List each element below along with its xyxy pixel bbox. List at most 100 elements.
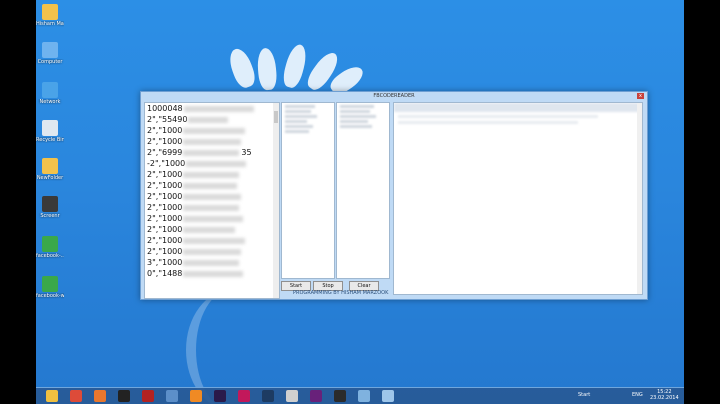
after-effects-icon[interactable] [214,390,226,402]
clock[interactable]: 15:22 23.02.2014 [650,389,679,401]
list-item[interactable]: 2","1000 [145,191,279,202]
list-item-prefix: 2","1000 [147,247,183,256]
redacted-text [183,237,246,244]
list-item-prefix: 2","1000 [147,203,183,212]
feather-icon[interactable] [286,390,298,402]
output-panel[interactable] [393,102,643,295]
list-item-prefix: 2","1000 [147,214,183,223]
list-panel-3[interactable] [336,102,390,279]
wallpaper-petal [256,47,278,91]
clock-date: 23.02.2014 [650,395,679,401]
redacted-text [183,138,242,145]
list-item[interactable]: 3","1000 [145,257,279,268]
list-item[interactable]: 2","1000 [145,224,279,235]
window-title: FBCODEREADER [373,93,415,99]
scrollbar[interactable] [637,103,642,294]
list-item-prefix: 2","1000 [147,126,183,135]
credit-text: PROGRAMMING BY HISHAM MARZOOK [293,290,389,296]
desktop-icon[interactable]: facebook-whatsapp [36,276,64,299]
filezilla-icon[interactable] [142,390,154,402]
desktop-icon-label: Computer [37,59,63,65]
scrollbar-thumb[interactable] [274,111,278,123]
list-item[interactable]: 2","55490 [145,114,279,125]
list-item-prefix: 3","1000 [147,258,183,267]
list-item[interactable]: -2","1000 [145,158,279,169]
fbcodereader-icon[interactable] [382,390,394,402]
list-panel-2[interactable] [281,102,335,279]
app-icon[interactable] [358,390,370,402]
list-item[interactable]: 2","1000 [145,125,279,136]
computer-icon [42,42,58,58]
taskbar: Start ENG 15:22 23.02.2014 [36,387,684,404]
desktop: Hisham Marzook Computer Network Recycle Bin… [36,0,684,404]
list-item[interactable]: 2","1000 [145,246,279,257]
list-item[interactable]: 2","1000 [145,235,279,246]
redacted-text [183,215,244,222]
list-item-prefix: 2","1000 [147,137,183,146]
desktop-icon[interactable]: Screenr [36,196,64,219]
media-player-icon[interactable] [190,390,202,402]
desktop-icon[interactable]: Computer [36,42,64,65]
screen-recorder-icon[interactable] [238,390,250,402]
chrome-icon[interactable] [70,390,82,402]
desktop-icon[interactable]: Recycle Bin [36,120,64,143]
file-icon [42,196,58,212]
redacted-text [183,270,244,277]
wallpaper-petal [280,42,310,90]
folder-icon [42,158,58,174]
redacted-text [183,248,242,255]
redacted-text [183,149,240,156]
desktop-icon-label: Screenr [40,213,60,219]
photoshop-icon[interactable] [262,390,274,402]
list-item[interactable]: 2","1000 [145,213,279,224]
list-item[interactable]: 1000048 [145,103,279,114]
network-icon [42,82,58,98]
redacted-text [183,105,254,112]
list-item[interactable]: 2","1000 [145,180,279,191]
desktop-icon[interactable]: NewFolder [36,158,64,181]
scrollbar[interactable] [273,103,279,298]
window-icon[interactable] [166,390,178,402]
desktop-icon-label: Hisham Marzook [36,21,64,27]
redacted-text [183,259,240,266]
redacted-text [183,171,240,178]
desktop-icon[interactable]: Network [36,82,64,105]
start-label[interactable]: Start [578,392,590,398]
list-item[interactable]: 0","1488 [145,268,279,279]
redacted-text [183,226,236,233]
desktop-icon[interactable]: facebook-... [36,236,64,259]
title-bar[interactable]: FBCODEREADER x [141,92,647,101]
wallpaper-petal [225,45,259,91]
terminal-icon[interactable] [118,390,130,402]
visual-studio-icon[interactable] [310,390,322,402]
desktop-icon-label: NewFolder [36,175,64,181]
mp4-icon [42,236,58,252]
desktop-icon-label: Recycle Bin [36,137,64,143]
list-item-prefix: 2","6999 [147,148,183,157]
firefox-icon[interactable] [94,390,106,402]
obs-icon[interactable] [334,390,346,402]
list-item-prefix: 2","1000 [147,170,183,179]
list-item[interactable]: 2","6999 35 [145,147,279,158]
list-item-prefix: 2","1000 [147,192,183,201]
redacted-text [188,116,229,123]
desktop-icon[interactable]: Hisham Marzook [36,4,64,27]
list-item[interactable]: 2","1000 [145,169,279,180]
list-item-prefix: 0","1488 [147,269,183,278]
redacted-text [183,182,238,189]
redacted-text [183,127,246,134]
list-item[interactable]: 2","1000 [145,136,279,147]
desktop-icon-label: facebook-whatsapp [36,293,64,299]
mp4-icon [42,276,58,292]
list-item-prefix: 2","55490 [147,115,188,124]
file-explorer-icon[interactable] [46,390,58,402]
list-item[interactable]: 2","1000 [145,202,279,213]
redacted-text [183,204,240,211]
redacted-text [186,160,247,167]
result-list[interactable]: 1000048 2","55490 2","1000 2","1000 2","6999… [144,102,280,299]
language-indicator[interactable]: ENG [632,392,643,398]
folder-icon [42,4,58,20]
list-item-prefix: 1000048 [147,104,183,113]
desktop-icon-label: Network [39,99,61,105]
close-button[interactable]: x [637,93,644,99]
